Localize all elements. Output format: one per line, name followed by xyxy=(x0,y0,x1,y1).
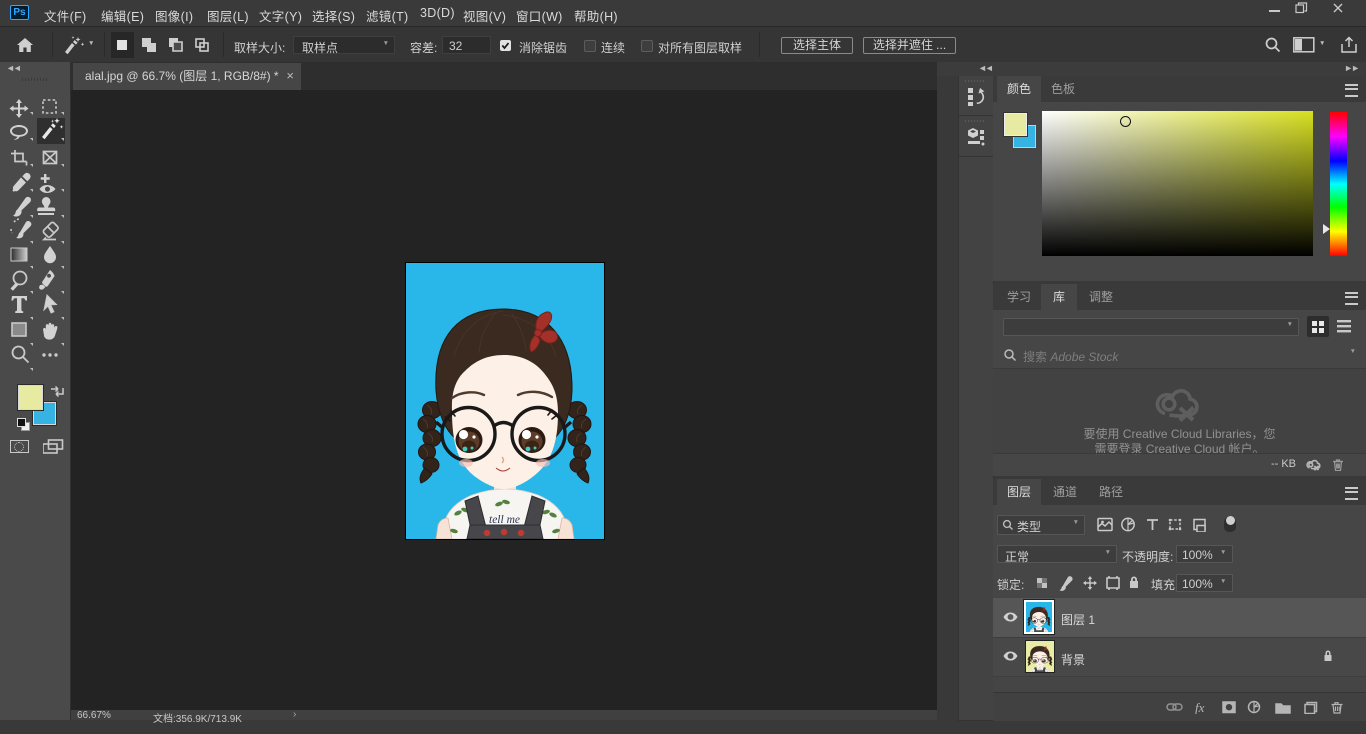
svg-text:fx: fx xyxy=(1195,700,1205,714)
